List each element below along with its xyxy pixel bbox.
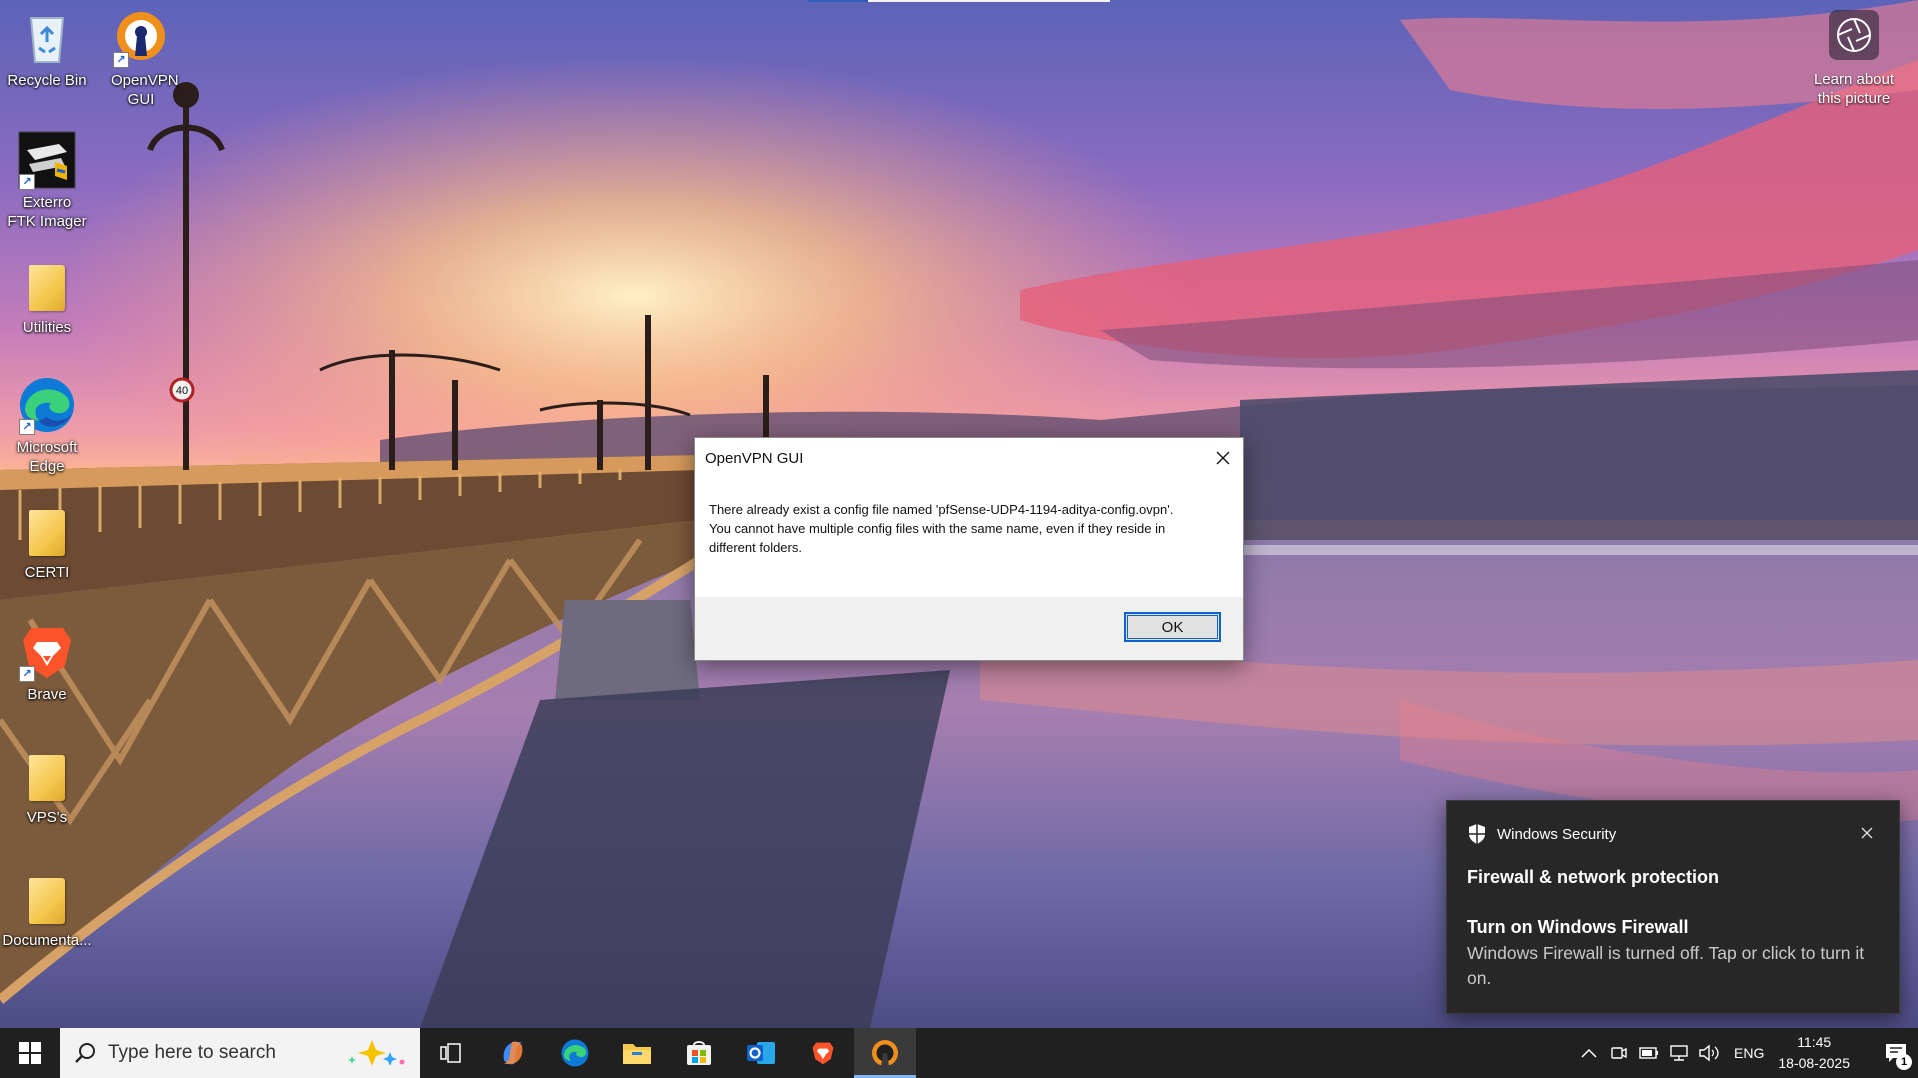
edge-icon	[561, 1039, 589, 1067]
desktop-icon-label: VPS's	[26, 809, 68, 826]
chevron-up-icon	[1581, 1048, 1597, 1058]
desktop-icon-brave[interactable]: ↗ Brave	[0, 622, 95, 704]
taskbar-edge[interactable]	[544, 1028, 606, 1078]
taskbar-file-explorer[interactable]	[606, 1028, 668, 1078]
camera-lens-icon	[1837, 18, 1871, 52]
taskbar-brave[interactable]	[792, 1028, 854, 1078]
learn-about-picture[interactable]: Learn about this picture	[1800, 10, 1908, 108]
taskbar-search-box[interactable]: Type here to search	[60, 1028, 420, 1078]
desktop-icon-openvpn-gui[interactable]: ↗ OpenVPN GUI	[93, 8, 189, 109]
desktop-icon-label: Brave	[27, 686, 67, 703]
brave-icon	[812, 1042, 834, 1065]
windows-logo-icon	[19, 1042, 41, 1064]
dialog-footer: OK	[695, 597, 1243, 660]
desktop-icon-label: CERTI	[24, 564, 70, 581]
dialog-body: There already exist a config file named …	[695, 478, 1243, 557]
shortcut-arrow-icon: ↗	[19, 666, 35, 682]
tray-meet-now[interactable]	[1604, 1028, 1634, 1078]
folder-icon	[17, 500, 77, 560]
notification-header: Windows Security	[1467, 823, 1616, 845]
notification-app-name: Windows Security	[1497, 825, 1617, 843]
outlook-icon	[747, 1042, 775, 1064]
shortcut-arrow-icon: ↗	[19, 174, 35, 190]
desktop-icon-utilities[interactable]: Utilities	[0, 255, 95, 337]
clock-date: 18-08-2025	[1778, 1055, 1850, 1071]
shield-icon	[1469, 824, 1485, 844]
close-icon	[1216, 451, 1230, 465]
store-icon	[687, 1041, 711, 1065]
notification-count-badge: 1	[1896, 1054, 1912, 1070]
task-view-icon	[440, 1043, 461, 1063]
openvpn-icon	[872, 1040, 898, 1066]
desktop-icon-label: Utilities	[22, 319, 72, 336]
dialog-message: There already exist a config file named …	[709, 502, 1174, 555]
desktop-icon-label: Documenta...	[2, 932, 92, 949]
show-hidden-icons-button[interactable]	[1574, 1028, 1604, 1078]
taskbar-outlook[interactable]	[730, 1028, 792, 1078]
desktop-icon-certi[interactable]: CERTI	[0, 500, 95, 582]
desktop-icon-exterro-ftk-imager[interactable]: ↗ Exterro FTK Imager	[0, 130, 95, 231]
file-explorer-icon	[623, 1044, 651, 1064]
close-icon	[1861, 827, 1873, 839]
notification-subtitle: Turn on Windows Firewall	[1467, 917, 1689, 937]
search-highlight-sparkle-icon	[348, 1040, 405, 1066]
desktop-icon-documenta[interactable]: Documenta...	[0, 868, 95, 950]
taskbar-clock[interactable]: 11:45 18-08-2025	[1778, 1032, 1850, 1074]
taskbar-copilot[interactable]	[482, 1028, 544, 1078]
notification-title: Firewall & network protection	[1467, 867, 1720, 887]
desktop-icon-label: Microsoft Edge	[16, 439, 78, 475]
start-button[interactable]	[0, 1028, 60, 1078]
shortcut-arrow-icon: ↗	[113, 52, 129, 68]
desktop-icon-label: Exterro FTK Imager	[7, 194, 87, 230]
recycle-bin-icon	[29, 17, 65, 63]
openvpn-error-dialog: OpenVPN GUI There already exist a config…	[694, 437, 1244, 661]
tray-volume[interactable]	[1694, 1028, 1724, 1078]
ok-button[interactable]: OK	[1124, 612, 1221, 642]
webcam-icon	[1611, 1047, 1627, 1059]
desktop-icon-vps[interactable]: VPS's	[0, 745, 95, 827]
copilot-icon	[503, 1041, 523, 1065]
network-icon	[1670, 1045, 1688, 1061]
tray-battery[interactable]	[1634, 1028, 1664, 1078]
shortcut-arrow-icon: ↗	[19, 419, 35, 435]
dialog-title: OpenVPN GUI	[705, 449, 804, 467]
battery-icon	[1639, 1047, 1659, 1059]
search-icon	[75, 1043, 95, 1063]
svg-text:40: 40	[176, 385, 188, 397]
desktop-icon-label: OpenVPN GUI	[111, 72, 179, 108]
taskbar: Type here to search ENG 11:45 18-08-2025…	[0, 1028, 1918, 1078]
folder-icon	[17, 745, 77, 805]
dialog-close-button[interactable]	[1207, 442, 1239, 474]
desktop-icon-recycle-bin[interactable]: Recycle Bin	[0, 8, 95, 90]
search-placeholder: Type here to search	[108, 1042, 276, 1063]
input-language-indicator[interactable]: ENG	[1734, 1045, 1764, 1061]
learn-about-picture-label: Learn about this picture	[1813, 71, 1895, 107]
windows-security-notification[interactable]: Windows Security Firewall & network prot…	[1446, 800, 1900, 1014]
taskbar-task-view[interactable]	[420, 1028, 482, 1078]
notification-center-button[interactable]: 1	[1874, 1028, 1918, 1078]
desktop-icon-microsoft-edge[interactable]: ↗ Microsoft Edge	[0, 375, 95, 476]
taskbar-microsoft-store[interactable]	[668, 1028, 730, 1078]
notification-close-button[interactable]	[1857, 823, 1877, 843]
taskbar-openvpn[interactable]	[854, 1028, 916, 1078]
clock-time: 11:45	[1797, 1034, 1832, 1050]
folder-icon	[17, 255, 77, 315]
tray-network[interactable]	[1664, 1028, 1694, 1078]
desktop-icon-label: Recycle Bin	[7, 72, 87, 89]
speaker-icon	[1699, 1044, 1719, 1062]
system-tray: ENG 11:45 18-08-2025 1	[1574, 1028, 1918, 1078]
folder-icon	[17, 868, 77, 928]
notification-message: Windows Firewall is turned off. Tap or c…	[1467, 943, 1865, 988]
